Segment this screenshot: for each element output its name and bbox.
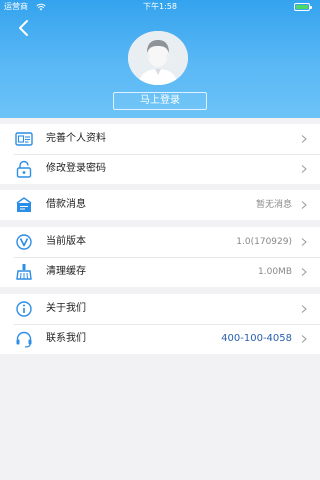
chevron-right-icon [301,238,307,246]
clock: 下午1:58 [143,2,177,11]
user-avatar-icon [128,31,188,85]
back-arrow-icon[interactable] [14,18,34,38]
broom-icon [14,263,34,281]
chevron-right-icon [301,305,307,313]
headset-icon [14,330,34,348]
row-label: 联系我们 [46,333,86,344]
chevron-right-icon [301,335,307,343]
account-group: 完善个人资料 修改登录密码 [0,124,320,184]
version-v-icon [14,233,34,251]
about-group: 关于我们 联系我们 400-100-4058 [0,294,320,354]
loan-messages-row[interactable]: 借款消息 暂无消息 [0,190,320,220]
status-bar: 运营商 下午1:58 [0,0,320,14]
change-password-row[interactable]: 修改登录密码 [0,154,320,184]
row-label: 当前版本 [46,236,86,247]
chevron-right-icon [301,268,307,276]
messages-group: 借款消息 暂无消息 [0,190,320,220]
row-value: 1.00MB [258,267,292,277]
id-card-icon [14,130,34,148]
row-value: 暂无消息 [255,200,292,210]
login-button[interactable]: 马上登录 [113,92,207,110]
lock-icon [14,160,34,178]
row-label: 修改登录密码 [46,163,106,174]
info-icon [14,300,34,318]
clear-cache-row[interactable]: 清理缓存 1.00MB [0,257,320,287]
row-label: 完善个人资料 [46,133,106,144]
row-label: 借款消息 [46,199,86,210]
chevron-right-icon [301,165,307,173]
profile-header: 运营商 下午1:58 马上登录 [0,0,320,118]
phone-number[interactable]: 400-100-4058 [221,324,292,354]
chevron-right-icon [301,135,307,143]
complete-profile-row[interactable]: 完善个人资料 [0,124,320,154]
app-info-group: 当前版本 1.0(170929) 清理缓存 1.00MB [0,227,320,287]
chevron-right-icon [301,201,307,209]
row-value: 1.0(170929) [236,237,292,247]
about-us-row[interactable]: 关于我们 [0,294,320,324]
avatar[interactable] [128,31,188,85]
current-version-row[interactable]: 当前版本 1.0(170929) [0,227,320,257]
contact-us-row[interactable]: 联系我们 400-100-4058 [0,324,320,354]
message-box-icon [14,196,34,214]
row-label: 清理缓存 [46,266,86,277]
battery-icon [294,3,312,11]
row-label: 关于我们 [46,303,86,314]
